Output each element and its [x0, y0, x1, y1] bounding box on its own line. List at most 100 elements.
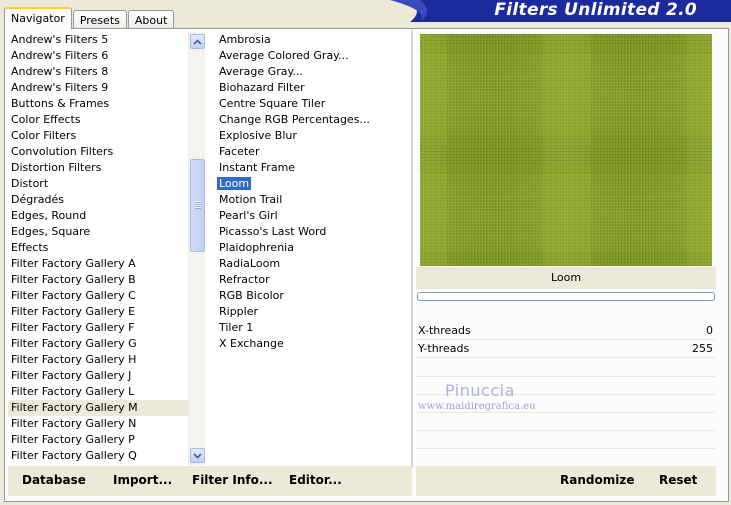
- filter-item[interactable]: Tiler 1: [217, 320, 409, 336]
- scroll-down-button[interactable]: [190, 448, 205, 463]
- category-item[interactable]: Edges, Round: [8, 208, 188, 224]
- chevron-down-icon: [193, 452, 202, 459]
- param-divider: [416, 412, 716, 413]
- param-y-threads[interactable]: Y-threads 255: [416, 340, 716, 358]
- grip-icon: [195, 201, 201, 209]
- category-item[interactable]: Filter Factory Gallery J: [8, 368, 188, 384]
- filter-list[interactable]: Ambrosia Average Colored Gray... Average G…: [217, 32, 409, 465]
- category-item[interactable]: Filter Factory Gallery M: [8, 400, 188, 416]
- tab-navigator[interactable]: Navigator: [4, 7, 72, 29]
- preview-image: [420, 34, 713, 266]
- app-title: Filters Unlimited 2.0: [494, 0, 697, 20]
- filter-item[interactable]: Rippler: [217, 304, 409, 320]
- filter-item[interactable]: Faceter: [217, 144, 409, 160]
- filter-item-label: Average Colored Gray...: [219, 49, 349, 62]
- category-item[interactable]: Filter Factory Gallery N: [8, 416, 188, 432]
- param-value: 0: [706, 324, 713, 337]
- filter-item[interactable]: Average Colored Gray...: [217, 48, 409, 64]
- param-label: Y-threads: [418, 342, 470, 355]
- filter-item[interactable]: Instant Frame: [217, 160, 409, 176]
- category-item[interactable]: Buttons & Frames: [8, 96, 188, 112]
- filter-item[interactable]: Pearl's Girl: [217, 208, 409, 224]
- filter-item-label: Picasso's Last Word: [219, 225, 327, 238]
- filter-item-label: Ambrosia: [219, 33, 271, 46]
- filter-item[interactable]: X Exchange: [217, 336, 409, 352]
- watermark-name: Pinuccia: [445, 381, 515, 400]
- tab-strip: Navigator Presets About: [4, 6, 175, 29]
- editor-button[interactable]: Editor...: [289, 473, 342, 487]
- filter-item[interactable]: Refractor: [217, 272, 409, 288]
- filter-item[interactable]: Plaidophrenia: [217, 240, 409, 256]
- param-divider: [416, 448, 716, 449]
- database-button[interactable]: Database: [22, 473, 86, 487]
- category-list[interactable]: Andrew's Filters 5 Andrew's Filters 6 Andr…: [8, 32, 188, 467]
- category-item[interactable]: Filter Factory Gallery Q: [8, 448, 188, 464]
- filter-item-label: Centre Square Tiler: [219, 97, 326, 110]
- bottom-toolbar-left: Database Import... Filter Info... Editor…: [8, 466, 412, 496]
- preview-filter-name: Loom: [416, 267, 716, 289]
- category-item[interactable]: Andrew's Filters 6: [8, 48, 188, 64]
- category-item[interactable]: Andrew's Filters 9: [8, 80, 188, 96]
- category-item[interactable]: Filter Factory Gallery H: [8, 352, 188, 368]
- category-item[interactable]: Edges, Square: [8, 224, 188, 240]
- scroll-thumb[interactable]: [190, 159, 205, 252]
- param-divider: [416, 376, 716, 377]
- randomize-button[interactable]: Randomize: [560, 473, 634, 487]
- filter-item-label: Change RGB Percentages...: [219, 113, 370, 126]
- filter-item-label: Loom: [217, 177, 252, 190]
- progress-bar: [417, 292, 715, 301]
- category-item[interactable]: Filter Factory Gallery F: [8, 320, 188, 336]
- category-item[interactable]: Andrew's Filters 5: [8, 32, 188, 48]
- filter-item[interactable]: RGB Bicolor: [217, 288, 409, 304]
- filter-item-label: Rippler: [219, 305, 259, 318]
- filter-item[interactable]: Average Gray...: [217, 64, 409, 80]
- filter-item-label: RadiaLoom: [219, 257, 281, 270]
- category-item[interactable]: Filter Factory Gallery L: [8, 384, 188, 400]
- category-item[interactable]: Distortion Filters: [8, 160, 188, 176]
- filter-item[interactable]: RadiaLoom: [217, 256, 409, 272]
- reset-button[interactable]: Reset: [659, 473, 697, 487]
- app-banner: Filters Unlimited 2.0: [390, 0, 731, 22]
- filter-item-label: Plaidophrenia: [219, 241, 294, 254]
- filter-item[interactable]: Change RGB Percentages...: [217, 112, 409, 128]
- category-item[interactable]: Filter Factory Gallery E: [8, 304, 188, 320]
- bottom-toolbar-right: Randomize Reset: [416, 466, 716, 496]
- category-item[interactable]: Filter Factory Gallery C: [8, 288, 188, 304]
- category-item[interactable]: Effects: [8, 240, 188, 256]
- param-x-threads[interactable]: X-threads 0: [416, 322, 716, 340]
- tab-about[interactable]: About: [127, 10, 175, 29]
- filter-item-label: Faceter: [219, 145, 260, 158]
- category-item[interactable]: Distort: [8, 176, 188, 192]
- scroll-up-button[interactable]: [190, 34, 205, 49]
- filter-info-button[interactable]: Filter Info...: [192, 473, 273, 487]
- filter-item-label: Pearl's Girl: [219, 209, 278, 222]
- category-item[interactable]: Color Filters: [8, 128, 188, 144]
- category-item[interactable]: Filter Factory Gallery P: [8, 432, 188, 448]
- filter-item[interactable]: Motion Trail: [217, 192, 409, 208]
- category-item[interactable]: Filter Factory Gallery G: [8, 336, 188, 352]
- filter-item[interactable]: Centre Square Tiler: [217, 96, 409, 112]
- param-divider: [416, 430, 716, 431]
- filter-item[interactable]: Ambrosia: [217, 32, 409, 48]
- filter-item-label: Biohazard Filter: [219, 81, 305, 94]
- category-item[interactable]: Convolution Filters: [8, 144, 188, 160]
- category-item[interactable]: Andrew's Filters 8: [8, 64, 188, 80]
- filter-item-label: Explosive Blur: [219, 129, 297, 142]
- filter-item[interactable]: Explosive Blur: [217, 128, 409, 144]
- filter-item-label: RGB Bicolor: [219, 289, 284, 302]
- panel-divider: [411, 30, 413, 468]
- chevron-up-icon: [193, 38, 202, 45]
- filter-item[interactable]: Biohazard Filter: [217, 80, 409, 96]
- list-separator: [205, 32, 217, 465]
- category-item[interactable]: Dégradés: [8, 192, 188, 208]
- category-item[interactable]: Filter Factory Gallery A: [8, 256, 188, 272]
- filter-item-label: Tiler 1: [219, 321, 254, 334]
- category-scrollbar[interactable]: [188, 32, 205, 465]
- tab-presets[interactable]: Presets: [72, 10, 127, 29]
- import-button[interactable]: Import...: [113, 473, 172, 487]
- filter-item-label: Average Gray...: [219, 65, 303, 78]
- category-item[interactable]: Color Effects: [8, 112, 188, 128]
- filter-item[interactable]: Loom: [217, 176, 409, 192]
- category-item[interactable]: Filter Factory Gallery B: [8, 272, 188, 288]
- filter-item[interactable]: Picasso's Last Word: [217, 224, 409, 240]
